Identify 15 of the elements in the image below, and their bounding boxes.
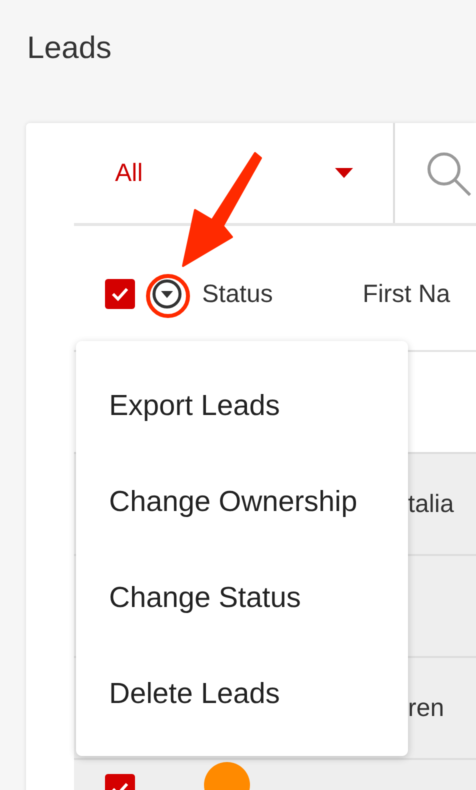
checkmark-icon bbox=[111, 287, 129, 301]
highlight-ring bbox=[146, 274, 190, 318]
menu-item[interactable]: Delete Leads bbox=[76, 646, 408, 742]
caret-icon bbox=[335, 168, 353, 178]
bulk-actions-icon[interactable] bbox=[151, 278, 183, 310]
column-header[interactable]: Status bbox=[202, 280, 344, 308]
menu-item[interactable]: Export Leads bbox=[76, 358, 408, 454]
select-all-checkbox[interactable] bbox=[105, 279, 135, 309]
menu-item[interactable]: Change Ownership bbox=[76, 454, 408, 550]
filter-dropdown[interactable]: All bbox=[74, 123, 395, 223]
table-cell: ren bbox=[408, 694, 444, 722]
column-header[interactable]: First Na bbox=[362, 280, 476, 308]
menu-item[interactable]: Change Status bbox=[76, 550, 408, 646]
table-cell: talia bbox=[408, 490, 454, 518]
page-title: Leads bbox=[26, 29, 112, 67]
